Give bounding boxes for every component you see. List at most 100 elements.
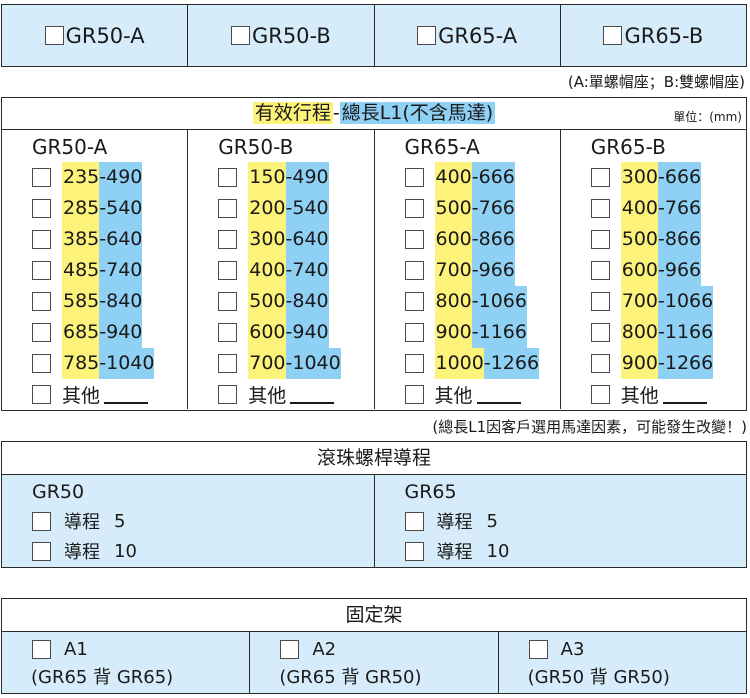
checkbox[interactable] bbox=[218, 292, 238, 311]
checkbox[interactable] bbox=[32, 354, 51, 373]
stroke-option[interactable]: 235 -490 bbox=[32, 162, 187, 193]
stroke-option[interactable]: 600 -966 bbox=[590, 255, 746, 286]
checkbox[interactable] bbox=[404, 292, 424, 311]
stroke-value: 200 bbox=[248, 193, 286, 224]
stroke-option[interactable]: 500 -866 bbox=[590, 224, 746, 255]
checkbox[interactable] bbox=[218, 199, 238, 218]
stroke-option[interactable]: 800 -1166 bbox=[590, 317, 746, 348]
model-option-gr50-b[interactable]: GR50-B bbox=[188, 5, 375, 66]
checkbox[interactable] bbox=[280, 640, 300, 659]
stroke-option[interactable]: 785 -1040 bbox=[32, 348, 187, 379]
stroke-option[interactable]: 800 -1066 bbox=[404, 286, 560, 317]
stroke-option[interactable]: 1000 -1266 bbox=[404, 348, 560, 379]
model-option-gr65-a[interactable]: GR65-A bbox=[375, 5, 561, 66]
lead-option[interactable]: 導程 5 bbox=[32, 506, 374, 536]
checkbox[interactable] bbox=[417, 26, 437, 45]
stroke-option[interactable]: 200 -540 bbox=[218, 193, 373, 224]
stroke-option[interactable]: 385 -640 bbox=[32, 224, 187, 255]
mount-option[interactable]: A3 (GR50 背 GR50) bbox=[499, 632, 746, 693]
checkbox[interactable] bbox=[32, 292, 51, 311]
checkbox[interactable] bbox=[404, 230, 424, 249]
checkbox[interactable] bbox=[32, 385, 51, 404]
checkbox[interactable] bbox=[590, 292, 610, 311]
checkbox[interactable] bbox=[590, 230, 610, 249]
checkbox[interactable] bbox=[218, 385, 238, 404]
checkbox[interactable] bbox=[404, 168, 424, 187]
stroke-option[interactable]: 685 -940 bbox=[32, 317, 187, 348]
stroke-option[interactable]: 700 -1040 bbox=[218, 348, 373, 379]
lead-option[interactable]: 導程 10 bbox=[404, 536, 747, 566]
checkbox[interactable] bbox=[32, 640, 51, 659]
checkbox[interactable] bbox=[603, 26, 623, 45]
checkbox[interactable] bbox=[32, 261, 51, 280]
model-option-gr65-b[interactable]: GR65-B bbox=[561, 5, 746, 66]
checkbox[interactable] bbox=[404, 323, 424, 342]
checkbox[interactable] bbox=[404, 354, 424, 373]
other-input-blank[interactable] bbox=[290, 386, 335, 404]
mount-option[interactable]: A1 (GR65 背 GR65) bbox=[2, 632, 251, 693]
column-title: GR50-A bbox=[32, 135, 108, 159]
checkbox[interactable] bbox=[32, 168, 51, 187]
stroke-option[interactable]: 600 -940 bbox=[218, 317, 373, 348]
stroke-option[interactable]: 700 -1066 bbox=[590, 286, 746, 317]
checkbox[interactable] bbox=[218, 168, 238, 187]
range-value: 300 -666 bbox=[620, 162, 702, 193]
model-option-gr50-a[interactable]: GR50-A bbox=[2, 5, 189, 66]
stroke-option[interactable]: 700 -966 bbox=[404, 255, 560, 286]
stroke-option[interactable]: 485 -740 bbox=[32, 255, 187, 286]
stroke-option-other[interactable]: 其他 bbox=[404, 379, 560, 410]
checkbox[interactable] bbox=[218, 323, 238, 342]
other-input-blank[interactable] bbox=[104, 386, 149, 404]
checkbox[interactable] bbox=[218, 261, 238, 280]
stroke-option[interactable]: 300 -640 bbox=[218, 224, 373, 255]
stroke-option[interactable]: 285 -540 bbox=[32, 193, 187, 224]
checkbox[interactable] bbox=[218, 354, 238, 373]
checkbox[interactable] bbox=[32, 541, 51, 561]
mount-option-row[interactable]: A1 bbox=[32, 635, 249, 664]
checkbox[interactable] bbox=[404, 385, 424, 404]
checkbox[interactable] bbox=[32, 511, 51, 531]
stroke-value: 400 bbox=[248, 255, 286, 286]
stroke-option[interactable]: 585 -840 bbox=[32, 286, 187, 317]
stroke-option[interactable]: 900 -1266 bbox=[590, 348, 746, 379]
stroke-option[interactable]: 400 -740 bbox=[218, 255, 373, 286]
stroke-option[interactable]: 600 -866 bbox=[404, 224, 560, 255]
checkbox[interactable] bbox=[404, 261, 424, 280]
checkbox[interactable] bbox=[32, 323, 51, 342]
stroke-option[interactable]: 900 -1166 bbox=[404, 317, 560, 348]
stroke-option[interactable]: 500 -766 bbox=[404, 193, 560, 224]
stroke-option[interactable]: 150 -490 bbox=[218, 162, 373, 193]
other-input-blank[interactable] bbox=[662, 386, 707, 404]
stroke-option-other[interactable]: 其他 bbox=[590, 379, 746, 410]
model-label: GR65-B bbox=[624, 23, 704, 48]
lead-option[interactable]: 導程 5 bbox=[404, 506, 747, 536]
checkbox[interactable] bbox=[590, 168, 610, 187]
checkbox[interactable] bbox=[590, 199, 610, 218]
stroke-option[interactable]: 400 -666 bbox=[404, 162, 560, 193]
checkbox[interactable] bbox=[528, 640, 548, 659]
checkbox[interactable] bbox=[404, 511, 424, 531]
checkbox[interactable] bbox=[590, 354, 610, 373]
stroke-option[interactable]: 500 -840 bbox=[218, 286, 373, 317]
other-input-blank[interactable] bbox=[476, 386, 521, 404]
checkbox[interactable] bbox=[44, 26, 64, 45]
checkbox[interactable] bbox=[590, 323, 610, 342]
length-value: -840 bbox=[99, 286, 143, 317]
mount-option[interactable]: A2 (GR65 背 GR50) bbox=[250, 632, 499, 693]
mount-option-row[interactable]: A2 bbox=[280, 635, 497, 664]
checkbox[interactable] bbox=[230, 26, 250, 45]
lead-option[interactable]: 導程 10 bbox=[32, 536, 374, 566]
checkbox[interactable] bbox=[404, 541, 424, 561]
checkbox[interactable] bbox=[218, 230, 238, 249]
stroke-option[interactable]: 400 -766 bbox=[590, 193, 746, 224]
mount-option-row[interactable]: A3 bbox=[528, 635, 746, 664]
checkbox[interactable] bbox=[32, 230, 51, 249]
column-title: GR65 bbox=[404, 481, 457, 503]
stroke-option[interactable]: 300 -666 bbox=[590, 162, 746, 193]
checkbox[interactable] bbox=[404, 199, 424, 218]
checkbox[interactable] bbox=[590, 261, 610, 280]
checkbox[interactable] bbox=[590, 385, 610, 404]
stroke-option-other[interactable]: 其他 bbox=[32, 379, 187, 410]
stroke-option-other[interactable]: 其他 bbox=[218, 379, 373, 410]
checkbox[interactable] bbox=[32, 199, 51, 218]
